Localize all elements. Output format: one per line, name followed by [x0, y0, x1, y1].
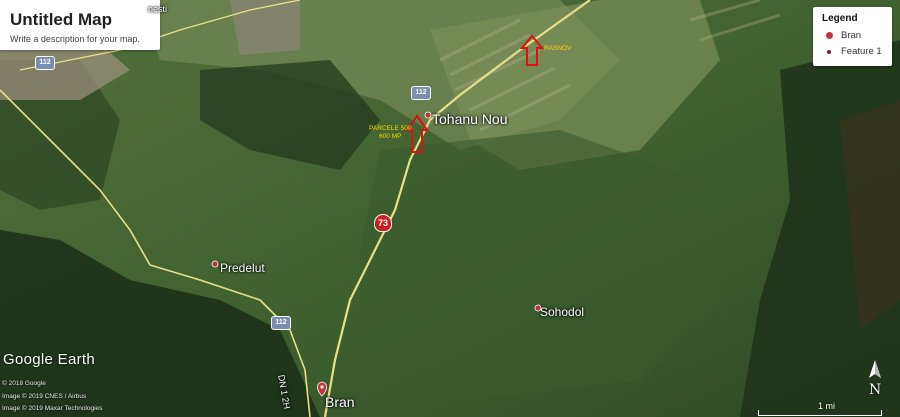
road-shield-73[interactable]: 73 — [374, 214, 392, 232]
legend-heading: Legend — [822, 13, 858, 24]
map-viewport[interactable]: Untitled Map Write a description for you… — [0, 0, 900, 417]
legend-item-label: Feature 1 — [841, 46, 882, 57]
annotation-parcel-line2: 600 MP — [379, 133, 402, 140]
annotation-parcel[interactable]: PARCELE 500 600 MP — [369, 125, 412, 141]
place-label-predelut[interactable]: Predelut — [220, 261, 265, 275]
road-shield-112-left[interactable]: 112 — [35, 56, 55, 70]
place-label-bran[interactable]: Bran — [325, 394, 355, 410]
annotation-parcel-line1: PARCELE 500 — [369, 125, 412, 132]
legend-item-feature-1[interactable]: Feature 1 — [822, 46, 882, 57]
scale-bar — [758, 410, 882, 416]
road-shield-112-top[interactable]: 112 — [411, 86, 431, 100]
place-label-sohodol[interactable]: Sohodol — [540, 305, 584, 319]
north-arrow-icon: N — [864, 360, 886, 400]
red-pin-icon — [822, 32, 836, 39]
legend-item-bran[interactable]: Bran — [822, 30, 861, 41]
place-label-tohanu-nou[interactable]: Tohanu Nou — [432, 111, 508, 127]
legend-panel: Legend Bran Feature 1 — [813, 7, 892, 66]
credit-line-2: Image © 2019 CNES / Airbus — [2, 393, 87, 400]
place-label-town-top: nesti — [148, 4, 168, 14]
credit-line-3: Image © 2019 Maxar Technologies — [2, 405, 103, 412]
map-title-card[interactable]: Untitled Map Write a description for you… — [0, 0, 160, 50]
map-title[interactable]: Untitled Map — [10, 10, 112, 30]
small-dot-icon — [822, 49, 836, 54]
legend-item-label: Bran — [841, 30, 862, 41]
google-earth-logo: Google Earth — [3, 351, 95, 368]
annotation-rasnov[interactable]: RASNOV — [544, 45, 571, 53]
road-shield-112-mid[interactable]: 112 — [271, 316, 291, 330]
credit-line-1: © 2018 Google — [2, 380, 46, 387]
north-label: N — [869, 382, 882, 398]
satellite-imagery — [0, 0, 900, 417]
map-description[interactable]: Write a description for your map. — [10, 34, 140, 44]
